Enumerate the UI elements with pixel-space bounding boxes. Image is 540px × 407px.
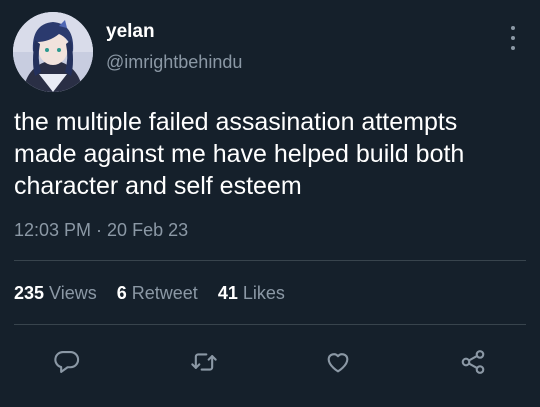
likes-stat[interactable]: 41 Likes bbox=[218, 282, 285, 304]
likes-count: 41 bbox=[217, 283, 238, 303]
more-dot bbox=[511, 26, 515, 30]
tweet-timestamp[interactable]: 12:03 PM · 20 Feb 23 bbox=[14, 219, 188, 241]
meta-separator: · bbox=[91, 220, 108, 240]
retweets-stat[interactable]: 6 Retweet bbox=[117, 282, 198, 304]
author-block: yelan @imrightbehindu bbox=[106, 21, 242, 73]
tweet-detail: yelan @imrightbehindu the multiple faile… bbox=[0, 0, 540, 407]
divider bbox=[14, 260, 526, 261]
retweets-count: 6 bbox=[116, 283, 127, 303]
more-dot bbox=[511, 36, 515, 40]
views-label: Views bbox=[49, 283, 97, 303]
handle[interactable]: @imrightbehindu bbox=[106, 51, 242, 73]
tweet-time: 12:03 PM bbox=[14, 220, 92, 240]
action-bar bbox=[0, 345, 540, 381]
retweet-button[interactable] bbox=[187, 345, 221, 379]
divider bbox=[14, 324, 526, 325]
reply-icon bbox=[54, 351, 80, 373]
tweet-date: 20 Feb 23 bbox=[107, 220, 189, 240]
share-icon bbox=[461, 350, 485, 374]
share-button[interactable] bbox=[456, 345, 490, 379]
like-button[interactable] bbox=[321, 345, 355, 379]
avatar[interactable] bbox=[13, 12, 93, 92]
like-icon bbox=[327, 353, 349, 373]
display-name[interactable]: yelan bbox=[106, 21, 242, 43]
more-options-icon[interactable] bbox=[508, 26, 518, 50]
views-stat: 235 Views bbox=[14, 282, 97, 304]
more-dot bbox=[511, 46, 515, 50]
avatar-image bbox=[13, 12, 93, 92]
tweet-text: the multiple failed assasination attempt… bbox=[14, 108, 465, 200]
retweets-label: Retweet bbox=[131, 283, 198, 303]
reply-button[interactable] bbox=[50, 345, 84, 379]
likes-label: Likes bbox=[242, 283, 285, 303]
views-count: 235 bbox=[14, 283, 45, 303]
retweet-icon bbox=[191, 353, 217, 371]
engagement-stats: 235 Views 6 Retweet 41 Likes bbox=[14, 282, 285, 304]
